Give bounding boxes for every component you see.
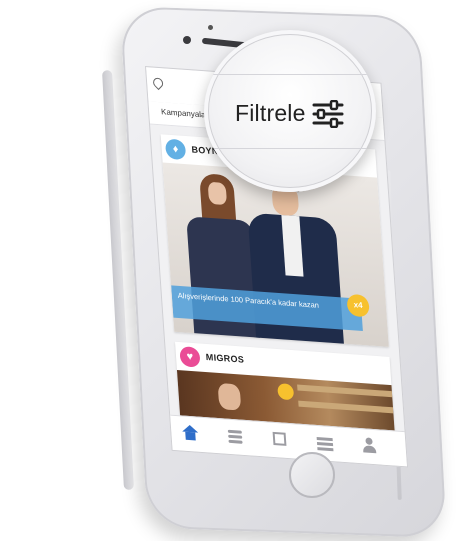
user-icon[interactable] — [360, 437, 379, 454]
front-camera-icon — [183, 36, 191, 44]
tab-kampanyalar[interactable]: Kampanyalar — [161, 107, 209, 119]
brand-badge: ♦ — [164, 138, 187, 161]
filter-label[interactable]: Filtrele — [235, 100, 306, 127]
brand-name: MIGROS — [205, 351, 245, 365]
photo-person-woman-face — [207, 181, 228, 206]
stage: h Kampanyalar ♦ BOYNER Alışverişlerinde … — [0, 0, 456, 541]
coins-icon[interactable] — [226, 428, 245, 445]
filter-sliders-icon[interactable] — [312, 100, 344, 128]
filter-magnifier: Filtrele — [204, 30, 376, 192]
home-icon[interactable] — [181, 424, 200, 441]
photo-shelf — [298, 400, 394, 414]
location-pin-icon[interactable] — [151, 75, 166, 91]
sale-sticker — [277, 383, 295, 401]
photo-shelf — [297, 384, 393, 398]
photo-person — [217, 382, 242, 411]
brand-badge: ♥ — [179, 346, 201, 368]
magnifier-divider — [204, 74, 376, 75]
heart-icon: ♥ — [186, 350, 194, 364]
card-icon[interactable] — [315, 434, 334, 452]
home-button[interactable] — [289, 452, 335, 498]
magnifier-divider — [204, 148, 376, 149]
qr-code-icon[interactable] — [271, 431, 290, 448]
front-sensor — [208, 25, 213, 30]
tag-icon: ♦ — [172, 143, 179, 156]
